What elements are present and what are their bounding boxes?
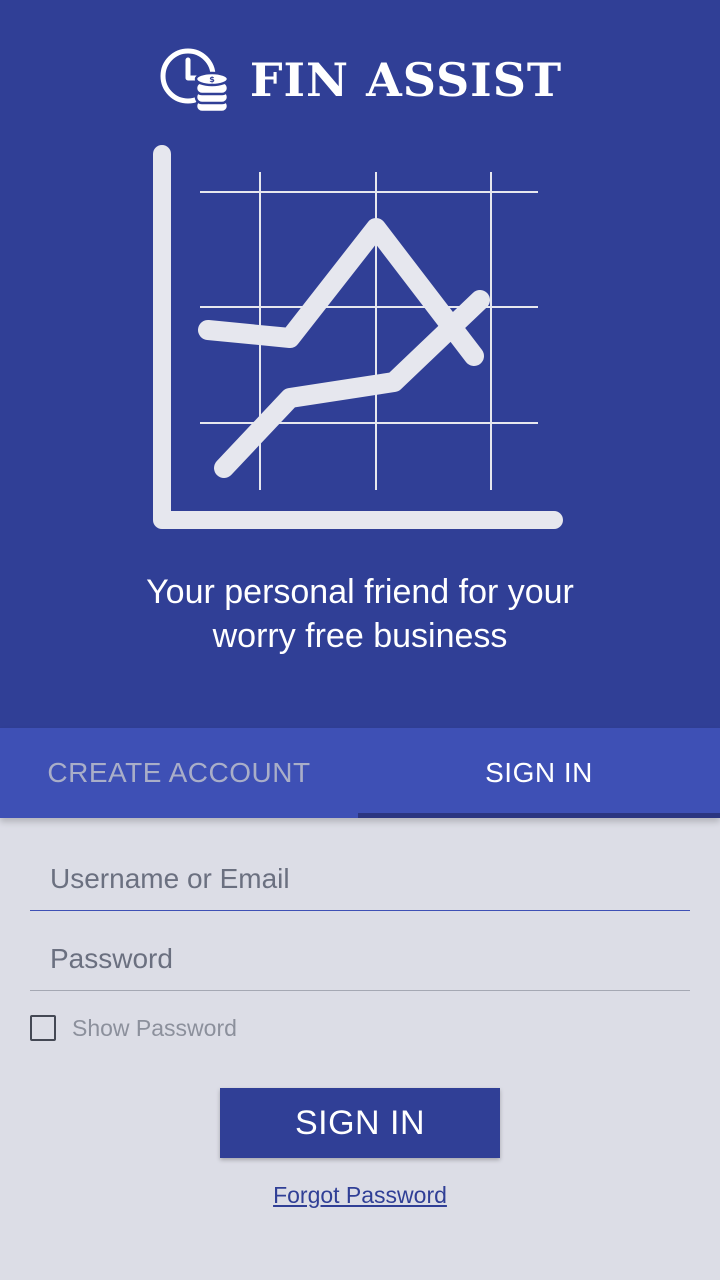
tagline-line-1: Your personal friend for your: [146, 573, 574, 611]
auth-tab-bar: CREATE ACCOUNT SIGN IN: [0, 728, 720, 818]
username-input[interactable]: [30, 850, 690, 908]
show-password-row: Show Password: [30, 1014, 237, 1042]
clock-coins-icon: $: [160, 48, 230, 114]
tagline-line-2: worry free business: [212, 617, 508, 655]
tagline: Your personal friend for your worry free…: [60, 570, 660, 658]
username-field: [30, 850, 690, 911]
hero-section: $ FIN ASSIST Your personal friend for yo…: [0, 0, 720, 728]
active-tab-indicator: [358, 813, 720, 818]
app-title: FIN ASSIST: [249, 53, 563, 107]
show-password-checkbox[interactable]: [30, 1015, 56, 1041]
tab-sign-in[interactable]: SIGN IN: [358, 728, 720, 818]
brand-header: $ FIN ASSIST: [0, 40, 720, 120]
show-password-label: Show Password: [72, 1014, 237, 1041]
line-chart-icon: [153, 145, 563, 529]
sign-in-button[interactable]: SIGN IN: [220, 1088, 500, 1158]
forgot-password-link[interactable]: Forgot Password: [0, 1182, 720, 1209]
password-input[interactable]: [30, 930, 690, 988]
tab-create-account[interactable]: CREATE ACCOUNT: [0, 728, 358, 818]
svg-text:$: $: [209, 75, 215, 84]
password-field: [30, 930, 690, 991]
